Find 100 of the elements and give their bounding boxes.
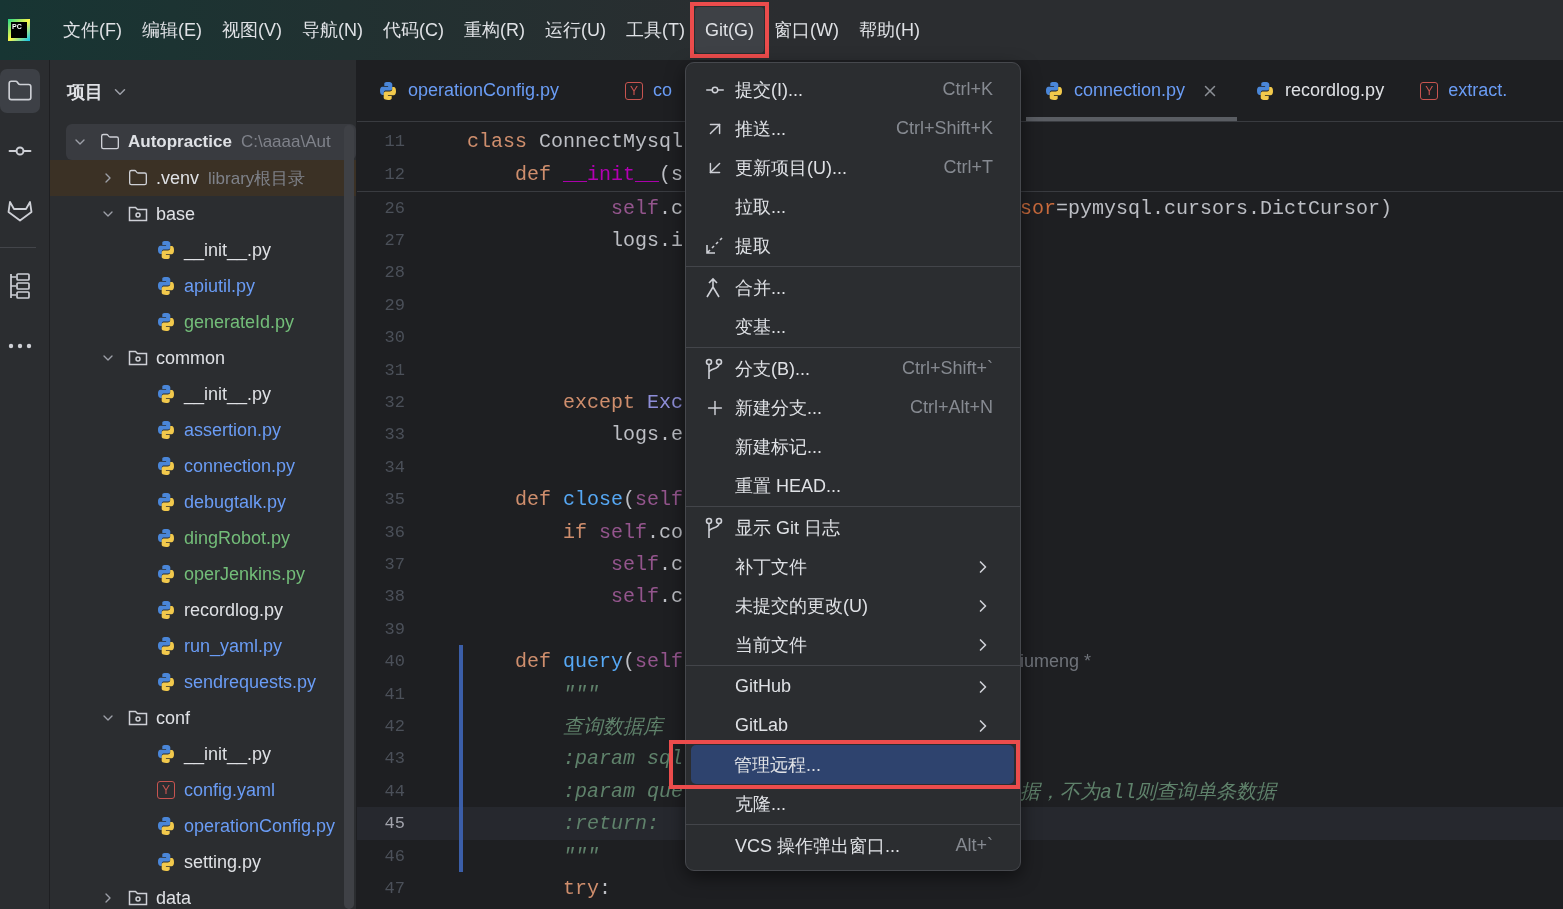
shortcut-text: Ctrl+Alt+N — [909, 397, 993, 418]
tree-item-label[interactable]: operJenkins.py — [184, 563, 306, 585]
editor-tab[interactable]: operationConfig.py — [360, 60, 578, 121]
menu-item[interactable]: 推送... Ctrl+Shift+K — [692, 109, 1014, 148]
menu-bar-item[interactable]: 工具(T) — [616, 7, 695, 53]
package-folder-icon — [128, 889, 148, 907]
code-text: 查询数据库 — [562, 715, 663, 739]
menu-item[interactable]: 分支(B)... Ctrl+Shift+` — [692, 349, 1014, 388]
editor-tab[interactable]: Y extract. — [1402, 60, 1526, 121]
python-file-icon — [1255, 80, 1276, 101]
python-file-icon — [156, 600, 176, 620]
code-text: self.c — [610, 585, 684, 609]
menu-item[interactable]: 提交(I)... Ctrl+K — [692, 70, 1014, 109]
menu-item[interactable]: GitHub — [692, 667, 1014, 706]
menu-item[interactable]: 拉取... — [692, 187, 1014, 226]
tree-item-label[interactable]: common — [156, 347, 226, 369]
tree-item-label[interactable]: debugtalk.py — [184, 491, 287, 513]
menu-item[interactable]: 变基... — [692, 307, 1014, 346]
python-file-icon — [1044, 80, 1064, 101]
tree-item-label[interactable]: .venv — [156, 167, 200, 189]
python-file-icon — [378, 80, 398, 101]
editor-tab[interactable]: connection.py — [1026, 60, 1238, 121]
line-number: 45 — [383, 814, 405, 834]
structure-icon — [8, 272, 32, 300]
menu-item[interactable]: 新建标记... — [692, 427, 1014, 466]
shortcut-text: Ctrl+T — [943, 157, 993, 178]
scrollbar[interactable] — [344, 125, 354, 909]
tree-item-label[interactable]: Autopractice — [128, 132, 232, 152]
yaml-file-icon: Y — [1420, 81, 1439, 100]
package-folder-icon — [128, 349, 148, 367]
menu-bar-item[interactable]: 视图(V) — [212, 7, 292, 53]
branch-icon — [704, 516, 724, 539]
folder-icon — [128, 168, 148, 188]
python-file-icon — [156, 420, 176, 440]
menu-bar-item[interactable]: 编辑(E) — [132, 7, 212, 53]
menu-item[interactable]: 显示 Git 日志 — [692, 508, 1014, 547]
tree-item-label[interactable]: recordlog.py — [184, 599, 284, 621]
excluded-folder-row[interactable]: .venv library根目录 — [50, 160, 356, 196]
python-file-icon — [156, 312, 176, 332]
code-text: def query(self — [514, 650, 684, 674]
package-folder-icon — [128, 205, 148, 223]
code-text: self.c — [610, 196, 684, 220]
menu-item[interactable]: 未提交的更改(U) — [692, 586, 1014, 625]
tree-item-label[interactable]: operationConfig.py — [184, 815, 336, 837]
menu-bar-item[interactable]: 帮助(H) — [848, 7, 930, 53]
yaml-file-icon: Y — [157, 781, 175, 799]
python-file-icon — [156, 384, 176, 404]
yaml-file-icon: Y — [625, 81, 644, 100]
code-text: logs.e — [610, 423, 684, 447]
tree-item-label[interactable]: generateId.py — [184, 311, 295, 333]
menu-item[interactable]: 管理远程... — [691, 745, 1014, 784]
menu-item[interactable]: 当前文件 — [692, 625, 1014, 664]
tree-item-label[interactable]: config.yaml — [184, 779, 276, 801]
menu-bar-item[interactable]: 重构(R) — [454, 7, 535, 53]
dashed-arrow-icon — [704, 235, 724, 256]
python-file-icon — [156, 276, 176, 296]
more-icon — [8, 343, 32, 349]
branch-icon — [704, 357, 724, 380]
tool-window-button[interactable] — [0, 69, 40, 113]
code-text: if self.co — [562, 520, 684, 544]
tree-item-label[interactable]: assertion.py — [184, 419, 282, 441]
panel-title[interactable]: 项目 — [67, 80, 103, 104]
tree-item-label[interactable]: __init__.py — [184, 383, 272, 405]
menu-item[interactable]: 提取 — [692, 226, 1014, 265]
code-text: sor=pymysql.cursors.DictCursor) — [1020, 196, 1393, 220]
tree-item-label[interactable]: dingRobot.py — [184, 527, 291, 549]
tree-item-label[interactable]: apiutil.py — [184, 275, 256, 297]
menu-bar-item[interactable]: 代码(C) — [373, 7, 454, 53]
menu-bar-item[interactable]: 窗口(W) — [763, 7, 849, 53]
code-text: """ — [562, 682, 600, 706]
folder-icon — [100, 132, 120, 152]
menu-bar-item[interactable]: 文件(F) — [53, 7, 132, 53]
tree-item-label[interactable]: __init__.py — [184, 239, 272, 261]
tree-item-label[interactable]: setting.py — [184, 851, 262, 873]
menu-item[interactable]: 克隆... — [692, 784, 1014, 823]
menu-bar-item[interactable]: 运行(U) — [535, 7, 616, 53]
editor-tab[interactable]: recordlog.py — [1237, 60, 1403, 121]
menu-item[interactable]: 重置 HEAD... — [692, 466, 1014, 505]
tree-item-label[interactable]: base — [156, 203, 196, 225]
tree-item-label[interactable]: sendrequests.py — [184, 671, 317, 693]
code-text: def close(self — [514, 488, 684, 512]
menu-item[interactable]: GitLab — [692, 706, 1014, 745]
tree-item-label[interactable]: __init__.py — [184, 743, 272, 765]
selected-row[interactable]: Autopractice C:\aaaa\Aut — [66, 124, 356, 160]
code-text: self.c — [610, 553, 684, 576]
menu-item[interactable]: VCS 操作弹出窗口... Alt+` — [692, 826, 1014, 865]
tree-item-label[interactable]: run_yaml.py — [184, 635, 283, 657]
menu-bar-item[interactable]: 导航(N) — [292, 7, 373, 53]
shortcut-text: Ctrl+Shift+` — [901, 358, 993, 379]
python-file-icon — [156, 744, 176, 764]
shortcut-text: Ctrl+K — [942, 79, 993, 100]
menu-bar-item[interactable]: Git(G) — [694, 7, 764, 53]
tree-item-label[interactable]: data — [156, 887, 192, 909]
tree-item-label[interactable]: connection.py — [184, 455, 296, 477]
shortcut-text: Alt+` — [955, 835, 993, 856]
menu-item[interactable]: 补丁文件 — [692, 547, 1014, 586]
menu-item[interactable]: 更新项目(U)... Ctrl+T — [692, 148, 1014, 187]
tree-item-label[interactable]: conf — [156, 707, 191, 729]
menu-item[interactable]: 合并... — [692, 268, 1014, 307]
menu-item[interactable]: 新建分支... Ctrl+Alt+N — [692, 388, 1014, 427]
